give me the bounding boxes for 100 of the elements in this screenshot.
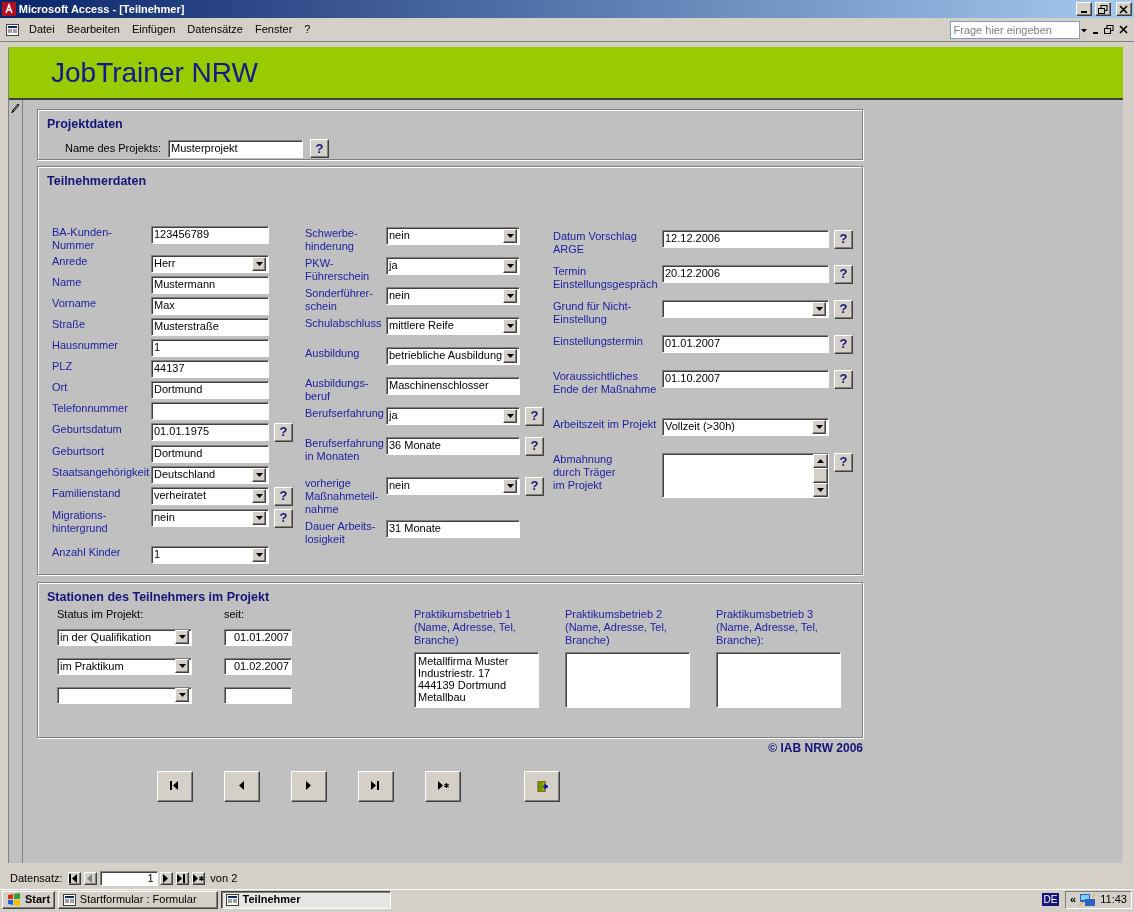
dropdown-field[interactable]: ja bbox=[386, 406, 520, 425]
help-button[interactable]: ? bbox=[274, 422, 293, 442]
field-label: Abmahnung durch Träger im Projekt bbox=[553, 452, 617, 492]
dropdown-field[interactable]: nein bbox=[386, 226, 520, 245]
field-label: Praktikumsbetrieb 3 (Name, Adresse, Tel, Branche): bbox=[716, 607, 819, 648]
dropdown-field[interactable]: Deutschland bbox=[151, 465, 269, 484]
field-label: Dauer Arbeits- losigkeit bbox=[305, 519, 377, 546]
field-label: Anrede bbox=[52, 254, 89, 268]
field-label: Praktikumsbetrieb 2 (Name, Adresse, Tel, Branche) bbox=[565, 607, 668, 648]
dropdown-field[interactable]: mittlere Reife bbox=[386, 316, 520, 335]
field-label: Schwerbe- hinderung bbox=[305, 226, 359, 253]
field-label: Praktikumsbetrieb 1 (Name, Adresse, Tel, Branche) bbox=[414, 607, 517, 648]
field-label: Name bbox=[52, 275, 83, 289]
field-label: Ausbildungs- beruf bbox=[305, 376, 370, 403]
text-field[interactable]: 01.01.2007 bbox=[662, 334, 829, 353]
help-button[interactable]: ? bbox=[834, 299, 853, 319]
text-field[interactable]: Musterprojekt bbox=[168, 139, 303, 158]
field-label: BA-Kunden-Nummer bbox=[52, 225, 113, 252]
dropdown-field[interactable]: nein bbox=[386, 476, 520, 495]
field-label: Vorname bbox=[52, 296, 98, 310]
text-field[interactable]: 31 Monate bbox=[386, 519, 520, 538]
dropdown-field[interactable]: 1 bbox=[151, 545, 269, 564]
field-label: Name des Projekts: bbox=[65, 142, 161, 155]
section-heading: Teilnehmerdaten bbox=[47, 173, 148, 188]
text-field[interactable]: Dortmund bbox=[151, 444, 269, 463]
dropdown-field[interactable]: nein bbox=[151, 508, 269, 527]
dropdown-field[interactable]: verheiratet bbox=[151, 486, 269, 505]
text-field[interactable]: 1 bbox=[151, 338, 269, 357]
app-title: JobTrainer NRW bbox=[51, 56, 258, 89]
help-search-field[interactable]: Frage hier eingeben bbox=[949, 20, 1080, 39]
text-field[interactable]: 20.12.2006 bbox=[662, 264, 829, 283]
help-button[interactable]: ? bbox=[834, 452, 853, 472]
menu-item[interactable]: Bearbeiten bbox=[60, 21, 126, 38]
text-field[interactable]: Musterstraße bbox=[151, 317, 269, 336]
field-label: Einstellungstermin bbox=[553, 334, 644, 348]
field-label: Berufserfahrung in Monaten bbox=[305, 436, 381, 463]
record-number-field[interactable]: 1 bbox=[99, 870, 158, 886]
field-label: Telefonnummer bbox=[52, 401, 129, 415]
dropdown-field[interactable]: in der Qualifikation bbox=[57, 628, 192, 646]
dropdown-field[interactable]: ja bbox=[386, 256, 520, 275]
menu-item[interactable]: Datei bbox=[23, 21, 61, 38]
help-button[interactable]: ? bbox=[274, 508, 293, 528]
help-button[interactable]: ? bbox=[310, 139, 329, 158]
text-field[interactable]: 01.10.2007 bbox=[662, 369, 829, 388]
date-field[interactable]: 01.02.2007 bbox=[224, 657, 292, 675]
dropdown-field[interactable]: Herr bbox=[151, 254, 269, 273]
dropdown-field[interactable]: Vollzeit (>30h) bbox=[662, 417, 829, 436]
field-label: Anzahl Kinder bbox=[52, 545, 122, 559]
field-label: Berufserfahrung bbox=[305, 406, 381, 420]
window-title: Microsoft Access - [Teilnehmer] bbox=[18, 2, 186, 16]
field-label: Sonderführer- schein bbox=[305, 286, 374, 313]
field-label: Voraussichtliches Ende der Maßnahme bbox=[553, 369, 657, 396]
text-field[interactable]: 12.12.2006 bbox=[662, 229, 829, 248]
column-label: seit: bbox=[224, 607, 245, 621]
menu-item[interactable]: Fenster bbox=[249, 21, 299, 38]
menu-item[interactable]: ? bbox=[298, 21, 317, 38]
dropdown-field[interactable]: betriebliche Ausbildung bbox=[386, 346, 520, 365]
text-field[interactable]: 123456789 bbox=[151, 225, 269, 244]
menu-item[interactable]: Datensätze bbox=[181, 21, 249, 38]
help-button[interactable]: ? bbox=[834, 334, 853, 354]
field-label: Hausnummer bbox=[52, 338, 120, 352]
help-button[interactable]: ? bbox=[525, 476, 544, 496]
menu-item[interactable]: Einfügen bbox=[125, 21, 182, 38]
show-hidden-icons-button[interactable]: « bbox=[1069, 893, 1077, 906]
help-button[interactable]: ? bbox=[834, 264, 853, 284]
language-indicator[interactable]: DE bbox=[1041, 893, 1060, 906]
field-label: PKW- Führerschein bbox=[305, 256, 371, 283]
field-label: Schulabschluss bbox=[305, 316, 381, 330]
text-field[interactable]: Maschinenschlosser bbox=[386, 376, 520, 395]
field-label: Grund für Nicht- Einstellung bbox=[553, 299, 633, 326]
text-field[interactable]: 36 Monate bbox=[386, 436, 520, 455]
dropdown-field[interactable]: nein bbox=[386, 286, 520, 305]
field-label: Ort bbox=[52, 380, 69, 394]
field-label: Migrations- hintergrund bbox=[52, 508, 109, 535]
dropdown-field[interactable]: im Praktikum bbox=[57, 657, 192, 675]
help-button[interactable]: ? bbox=[525, 406, 544, 426]
date-field[interactable]: 01.01.2007 bbox=[224, 628, 292, 646]
text-field[interactable]: Mustermann bbox=[151, 275, 269, 294]
field-label: Arbeitszeit im Projekt bbox=[553, 417, 657, 431]
record-count: von 2 bbox=[210, 871, 238, 885]
help-button[interactable]: ? bbox=[525, 436, 544, 456]
clock-text: 11:43 bbox=[1100, 893, 1127, 906]
start-button[interactable]: Start bbox=[2, 890, 56, 909]
text-field[interactable]: 01.01.1975 bbox=[151, 422, 269, 441]
text-field[interactable]: 44137 bbox=[151, 359, 269, 378]
help-button[interactable]: ? bbox=[834, 369, 853, 389]
section-heading: Stationen des Teilnehmers im Projekt bbox=[47, 589, 271, 604]
help-button[interactable]: ? bbox=[834, 229, 853, 249]
text-field[interactable]: Dortmund bbox=[151, 380, 269, 399]
field-label: Geburtsdatum bbox=[52, 422, 123, 436]
copyright-text: © IAB NRW 2006 bbox=[768, 741, 863, 755]
taskbar-button[interactable]: Startformular : Formular bbox=[57, 890, 218, 909]
column-label: Status im Projekt: bbox=[57, 607, 145, 621]
record-label: Datensatz: bbox=[10, 871, 63, 885]
text-field[interactable]: Max bbox=[151, 296, 269, 315]
field-label: Familienstand bbox=[52, 486, 122, 500]
taskbar-button[interactable]: Teilnehmer bbox=[220, 890, 391, 909]
field-label: Datum Vorschlag ARGE bbox=[553, 229, 638, 256]
help-button[interactable]: ? bbox=[274, 486, 293, 506]
address-field[interactable]: Metallfirma Muster Industriestr. 17 444139 Dortmund Metallbau bbox=[414, 651, 539, 708]
